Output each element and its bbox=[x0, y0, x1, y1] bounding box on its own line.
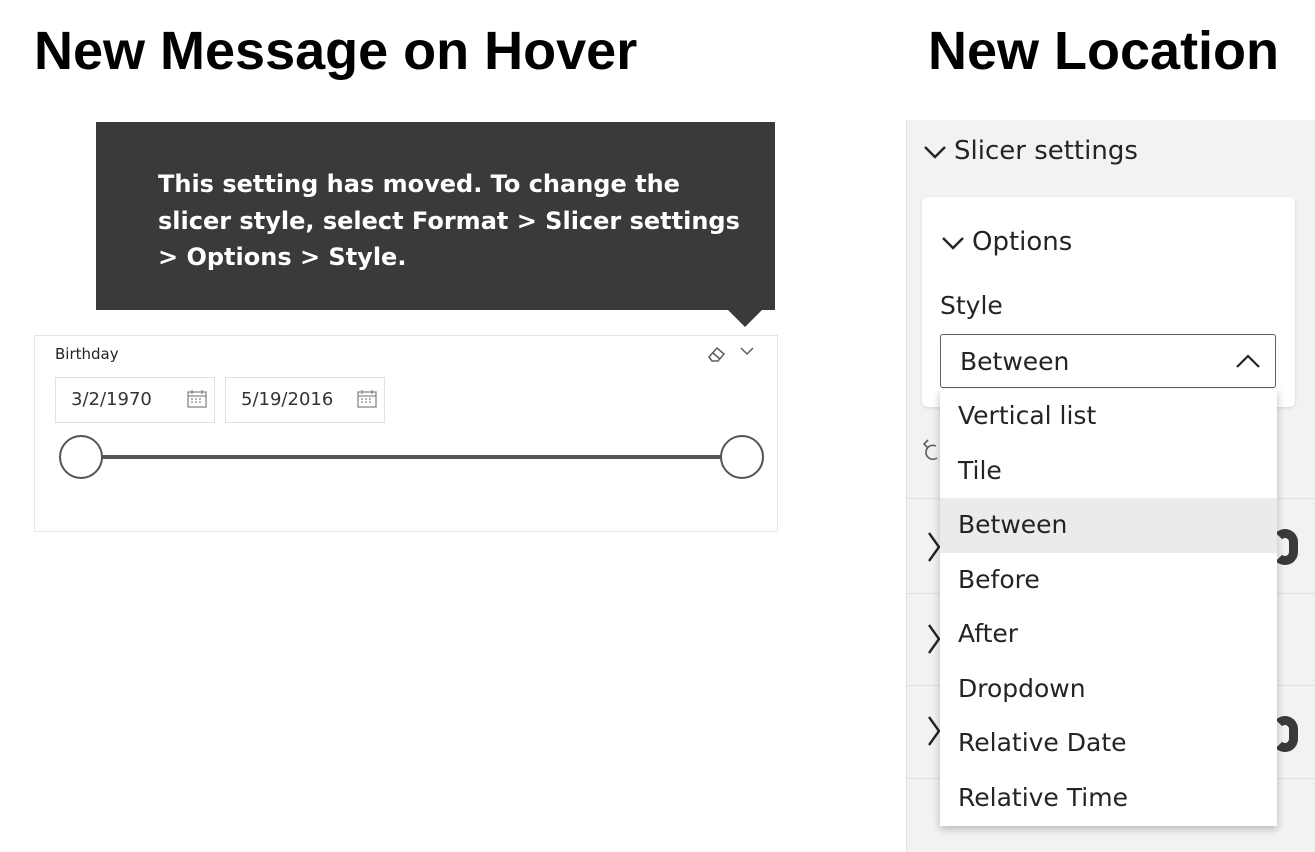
left-heading: New Message on Hover bbox=[34, 21, 638, 81]
hover-tooltip: This setting has moved. To change the sl… bbox=[96, 122, 775, 310]
tooltip-arrow bbox=[727, 309, 763, 327]
chevron-down-icon bbox=[924, 145, 946, 159]
slider-end-handle[interactable] bbox=[720, 435, 764, 479]
start-date-input[interactable]: 3/2/1970 bbox=[55, 377, 215, 423]
style-label: Style bbox=[940, 291, 1003, 320]
eraser-icon[interactable] bbox=[706, 344, 728, 364]
option-relative-date[interactable]: Relative Date bbox=[940, 716, 1277, 771]
date-slicer: Birthday 3/2/1970 5/19/2016 bbox=[34, 335, 778, 532]
style-dropdown-value: Between bbox=[960, 347, 1070, 376]
option-vertical-list[interactable]: Vertical list bbox=[940, 389, 1277, 444]
reset-icon[interactable] bbox=[922, 436, 942, 468]
option-relative-time[interactable]: Relative Time bbox=[940, 771, 1277, 826]
end-date-value: 5/19/2016 bbox=[241, 389, 334, 410]
option-between[interactable]: Between bbox=[940, 498, 1277, 553]
tooltip-message: This setting has moved. To change the sl… bbox=[158, 170, 740, 271]
chevron-down-icon[interactable] bbox=[739, 344, 755, 358]
option-dropdown[interactable]: Dropdown bbox=[940, 662, 1277, 717]
calendar-icon[interactable] bbox=[356, 388, 378, 410]
range-slider-track[interactable] bbox=[81, 455, 743, 459]
slider-start-handle[interactable] bbox=[59, 435, 103, 479]
chevron-down-icon bbox=[942, 236, 964, 250]
slicer-settings-header[interactable]: Slicer settings bbox=[922, 136, 1138, 166]
calendar-icon[interactable] bbox=[186, 388, 208, 410]
right-heading: New Location bbox=[928, 21, 1280, 81]
start-date-value: 3/2/1970 bbox=[71, 389, 152, 410]
options-label: Options bbox=[972, 227, 1073, 257]
style-dropdown[interactable]: Between bbox=[940, 334, 1276, 388]
slicer-settings-label: Slicer settings bbox=[954, 136, 1138, 166]
option-before[interactable]: Before bbox=[940, 553, 1277, 608]
options-header[interactable]: Options bbox=[940, 227, 1072, 257]
chevron-up-icon bbox=[1236, 354, 1260, 368]
slicer-title: Birthday bbox=[55, 345, 119, 363]
style-options-list: Vertical list Tile Between Before After … bbox=[940, 389, 1277, 826]
option-tile[interactable]: Tile bbox=[940, 444, 1277, 499]
option-after[interactable]: After bbox=[940, 607, 1277, 662]
end-date-input[interactable]: 5/19/2016 bbox=[225, 377, 385, 423]
